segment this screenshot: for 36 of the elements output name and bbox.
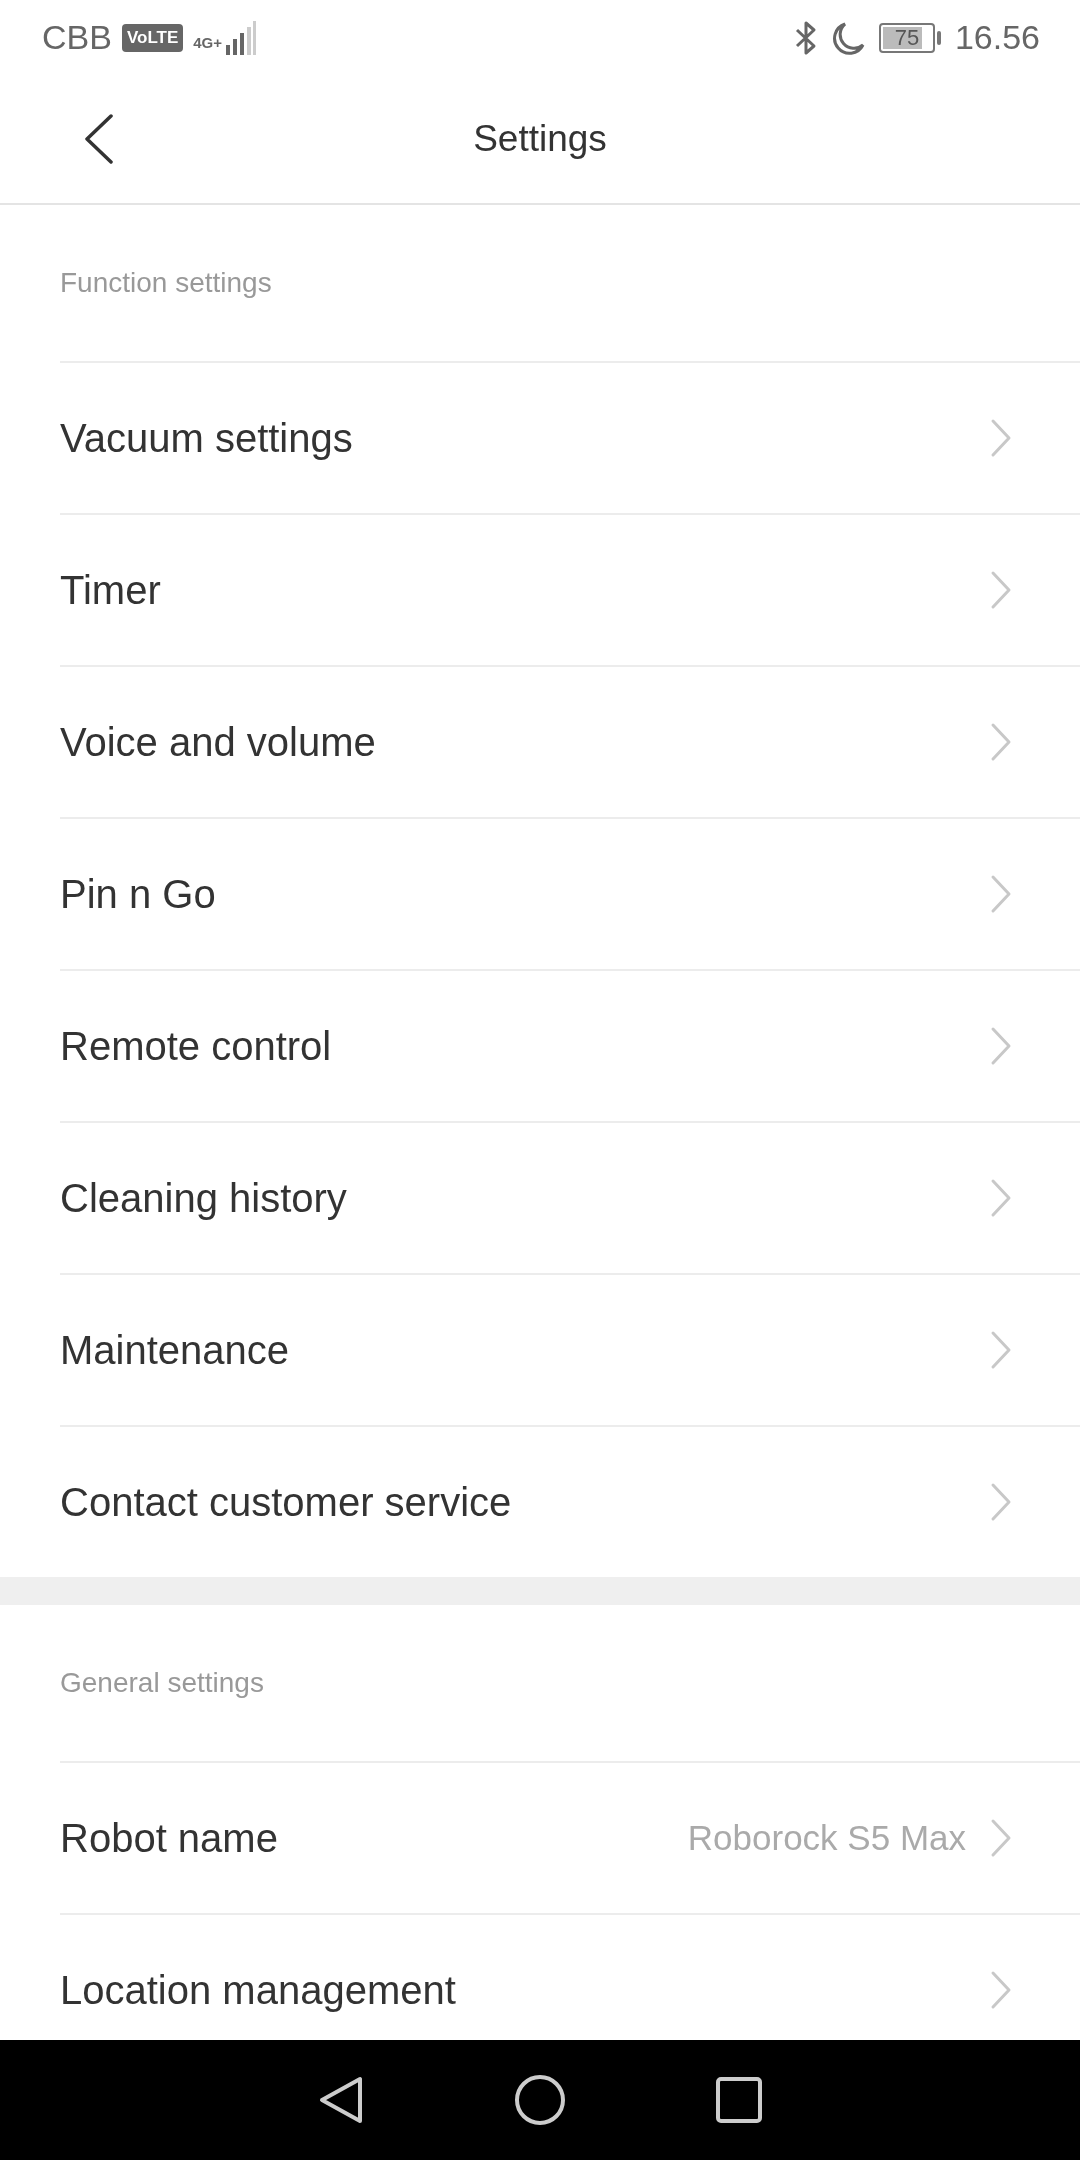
- section-title: Function settings: [60, 267, 272, 299]
- chevron-icon: [990, 874, 1012, 914]
- battery-percent: 75: [893, 24, 921, 51]
- settings-item[interactable]: Robot name: [60, 1815, 688, 1861]
- chevron-icon: [990, 1178, 1012, 1218]
- moon-icon: [830, 20, 865, 55]
- settings-item[interactable]: Location management: [60, 1967, 990, 2013]
- settings-item[interactable]: Pin n Go: [60, 871, 990, 917]
- carrier-name: CBB: [42, 18, 112, 57]
- back-icon[interactable]: [84, 114, 114, 164]
- settings-item[interactable]: Remote control: [60, 1023, 990, 1069]
- chevron-icon: [990, 570, 1012, 610]
- back-nav-icon[interactable]: [318, 2075, 364, 2125]
- chevron-icon: [990, 418, 1012, 458]
- network-type: 4G+: [193, 34, 222, 51]
- settings-item[interactable]: Voice and volume: [60, 719, 990, 765]
- settings-item[interactable]: Cleaning history: [60, 1175, 990, 1221]
- chevron-icon: [990, 1818, 1012, 1858]
- chevron-icon: [990, 1482, 1012, 1522]
- settings-item[interactable]: Contact customer service: [60, 1479, 990, 1525]
- chevron-icon: [990, 1330, 1012, 1370]
- chevron-icon: [990, 1970, 1012, 2010]
- settings-item[interactable]: Maintenance: [60, 1327, 990, 1373]
- chevron-icon: [990, 722, 1012, 762]
- volte-badge: VoLTE: [121, 23, 184, 52]
- chevron-icon: [990, 1026, 1012, 1066]
- home-icon[interactable]: [514, 2074, 566, 2126]
- signal-icon: [226, 20, 256, 55]
- recents-icon[interactable]: [716, 2077, 762, 2123]
- settings-item[interactable]: Timer: [60, 567, 990, 613]
- item-value: Roborock S5 Max: [687, 1818, 966, 1858]
- bluetooth-icon: [794, 19, 817, 56]
- clock-time: 16.56: [954, 18, 1040, 57]
- settings-item[interactable]: Vacuum settings: [60, 415, 990, 461]
- section-title: General settings: [60, 1667, 264, 1699]
- page-title: Settings: [473, 118, 607, 160]
